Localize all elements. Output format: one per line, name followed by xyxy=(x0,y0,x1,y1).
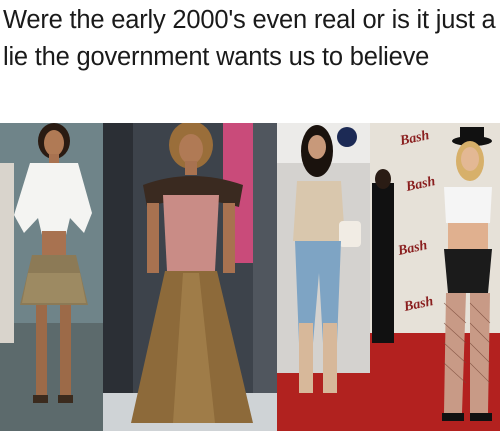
photo-3 xyxy=(277,123,370,431)
bottom-margin xyxy=(0,431,500,445)
photo-2-image xyxy=(103,123,277,431)
meme-caption: Were the early 2000's even real or is it… xyxy=(3,6,496,71)
photo-1 xyxy=(0,123,103,431)
photo-3-image xyxy=(277,123,370,431)
photo-1-image xyxy=(0,123,103,431)
photo-4-image xyxy=(370,123,500,431)
photo-2 xyxy=(103,123,277,431)
photo-collage: Bash Bash Bash Bash xyxy=(0,123,500,431)
photo-4: Bash Bash Bash Bash xyxy=(370,123,500,431)
